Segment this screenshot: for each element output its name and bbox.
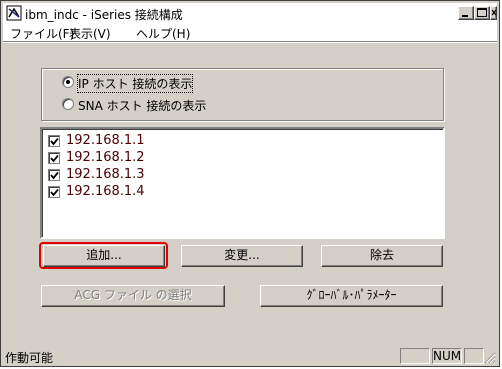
menu-view[interactable]: 表示(V) (69, 25, 111, 42)
radio-selected-dot (66, 80, 70, 84)
app-window: ibm_indc - iSeries 接続構成 ファイル(F) 表示(V) ヘル… (0, 0, 500, 367)
menu-file[interactable]: ファイル(F) (10, 25, 74, 42)
connections-list[interactable]: 192.168.1.1 192.168.1.2 192.168.1.3 192.… (40, 127, 445, 239)
acg-file-select-button[interactable]: ACG ファイル の選択 (41, 285, 225, 307)
checkbox[interactable] (48, 169, 60, 181)
menu-help[interactable]: ヘルプ(H) (136, 25, 190, 42)
sna-radio-button[interactable] (62, 98, 74, 110)
title-bar[interactable]: ibm_indc - iSeries 接続構成 (3, 3, 497, 23)
ip-radio-label[interactable]: IP ホスト 接続の表示 (76, 74, 194, 93)
global-parameters-button[interactable]: ｸﾞﾛｰﾊﾞﾙ･ﾊﾟﾗﾒｰﾀｰ (260, 285, 443, 307)
minimize-button[interactable] (458, 6, 474, 20)
remove-button[interactable]: 除去 (321, 245, 443, 267)
sna-radio-label[interactable]: SNA ホスト 接続の表示 (78, 97, 206, 114)
checkmark-icon (50, 154, 59, 163)
connection-address: 192.168.1.3 (66, 167, 145, 182)
connection-address: 192.168.1.4 (66, 184, 145, 199)
checkbox[interactable] (48, 152, 60, 164)
checkbox[interactable] (48, 186, 60, 198)
num-lock-indicator: NUM (432, 348, 462, 364)
window-title: ibm_indc - iSeries 接続構成 (25, 8, 183, 22)
maximize-icon (477, 8, 487, 17)
minimize-icon (462, 15, 468, 17)
close-icon (491, 9, 497, 16)
checkmark-icon (50, 188, 59, 197)
close-button[interactable] (490, 6, 497, 20)
maximize-button[interactable] (474, 6, 490, 20)
main-panel: IP ホスト 接続の表示 SNA ホスト 接続の表示 192.168.1.1 1… (7, 45, 497, 343)
ip-radio-button[interactable] (62, 76, 74, 88)
status-bar: 作動可能 NUM (3, 347, 497, 365)
checkmark-icon (50, 171, 59, 180)
menu-bar: ファイル(F) 表示(V) ヘルプ(H) (3, 23, 497, 41)
checkmark-icon (50, 137, 59, 146)
status-pane-empty (400, 348, 430, 364)
view-options-group: IP ホスト 接続の表示 SNA ホスト 接続の表示 (41, 68, 444, 121)
app-icon (6, 5, 22, 21)
menu-separator (3, 41, 497, 43)
connection-address: 192.168.1.1 (66, 133, 145, 148)
add-button-highlight (39, 242, 168, 269)
status-pane-extra (464, 348, 484, 364)
resize-grip-icon[interactable] (484, 352, 496, 364)
change-button[interactable]: 変更... (181, 245, 303, 267)
status-text: 作動可能 (5, 351, 54, 365)
checkbox[interactable] (48, 135, 60, 147)
connection-address: 192.168.1.2 (66, 150, 145, 165)
